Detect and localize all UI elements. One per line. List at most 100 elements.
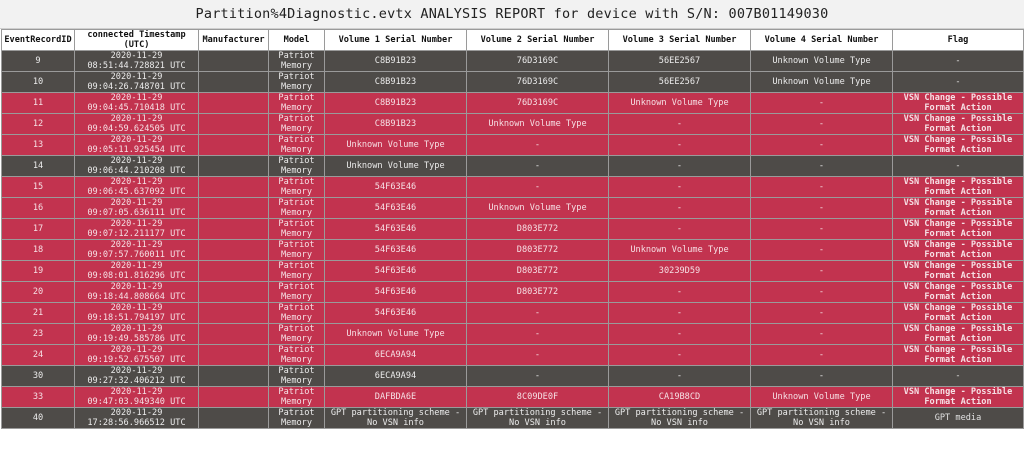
cell-eventrecordid: 17	[1, 218, 75, 240]
cell-eventrecordid-line: 11	[32, 98, 44, 108]
cell-volume3: -	[608, 302, 751, 324]
cell-timestamp-line: 09:04:45.710418 UTC	[87, 103, 186, 113]
cell-timestamp-line: 2020-11-29	[110, 72, 163, 83]
cell-flag-line: Format Action	[924, 355, 992, 365]
cell-volume1: 54F63E46	[324, 281, 467, 303]
cell-manufacturer	[198, 218, 269, 240]
cell-timestamp-line: 09:07:57.760011 UTC	[87, 250, 186, 260]
cell-timestamp-line: 09:08:01.816296 UTC	[87, 271, 186, 281]
cell-timestamp-line: 08:51:44.728821 UTC	[87, 61, 186, 71]
cell-model-line: Patriot	[278, 282, 315, 293]
cell-timestamp: 2020-11-29 08:51:44.728821 UTC	[74, 50, 199, 72]
cell-volume4: -	[750, 113, 893, 135]
cell-flag: VSN Change - Possible Format Action	[892, 281, 1024, 303]
table-header-row: EventRecordID connected Timestamp (UTC) …	[1, 29, 1024, 51]
cell-volume2: 76D3169C	[466, 92, 609, 114]
cell-flag-line: VSN Change - Possible	[903, 219, 1013, 230]
cell-timestamp-line: 2020-11-29	[110, 261, 163, 272]
cell-flag: VSN Change - Possible Format Action	[892, 92, 1024, 114]
table-body: 9 2020-11-29 08:51:44.728821 UTC Patriot Mem…	[1, 50, 1024, 429]
cell-flag-line: Format Action	[924, 250, 992, 260]
cell-eventrecordid-line: 21	[32, 308, 44, 318]
cell-manufacturer	[198, 323, 269, 345]
cell-timestamp: 2020-11-29 09:18:44.808664 UTC	[74, 281, 199, 303]
cell-flag-line: VSN Change - Possible	[903, 177, 1013, 188]
cell-timestamp-line: 2020-11-29	[110, 282, 163, 293]
cell-flag-line: VSN Change - Possible	[903, 345, 1013, 356]
cell-volume1: 54F63E46	[324, 260, 467, 282]
cell-model: Patriot Memory	[268, 260, 325, 282]
column-header-volume3: Volume 3 Serial Number	[608, 29, 751, 51]
table-row: 33 2020-11-29 09:47:03.949340 UTC Patriot Me…	[1, 386, 1024, 408]
cell-model-line: Patriot	[278, 387, 315, 398]
cell-manufacturer	[198, 239, 269, 261]
cell-timestamp-line: 09:19:52.675507 UTC	[87, 355, 186, 365]
cell-volume4: -	[750, 155, 893, 177]
cell-volume4: -	[750, 260, 893, 282]
cell-model: Patriot Memory	[268, 386, 325, 408]
cell-flag-line: Format Action	[924, 271, 992, 281]
cell-timestamp-line: 09:06:44.210208 UTC	[87, 166, 186, 176]
cell-volume4: -	[750, 218, 893, 240]
cell-timestamp-line: 2020-11-29	[110, 387, 163, 398]
cell-model-line: Memory	[280, 61, 313, 71]
cell-eventrecordid: 11	[1, 92, 75, 114]
cell-model-line: Patriot	[278, 72, 315, 83]
cell-flag-line: Format Action	[924, 313, 992, 323]
cell-model-line: Patriot	[278, 324, 315, 335]
cell-volume2: -	[466, 344, 609, 366]
column-header-timestamp: connected Timestamp (UTC)	[74, 29, 199, 51]
cell-flag-line: Format Action	[924, 208, 992, 218]
cell-flag: VSN Change - Possible Format Action	[892, 134, 1024, 156]
cell-manufacturer	[198, 92, 269, 114]
cell-timestamp-line: 09:07:12.211177 UTC	[87, 229, 186, 239]
cell-model-line: Patriot	[278, 366, 315, 377]
cell-eventrecordid: 21	[1, 302, 75, 324]
cell-timestamp-line: 2020-11-29	[110, 366, 163, 377]
cell-model-line: Patriot	[278, 177, 315, 188]
column-header-volume4: Volume 4 Serial Number	[750, 29, 893, 51]
cell-eventrecordid: 24	[1, 344, 75, 366]
cell-flag-line: VSN Change - Possible	[903, 324, 1013, 335]
cell-flag-line: -	[955, 56, 961, 66]
cell-volume3: Unknown Volume Type	[608, 92, 751, 114]
cell-flag-line: VSN Change - Possible	[903, 261, 1013, 272]
cell-model-line: Memory	[280, 229, 313, 239]
cell-timestamp-line: 09:04:26.748701 UTC	[87, 82, 186, 92]
cell-flag-line: Format Action	[924, 124, 992, 134]
cell-model-line: Patriot	[278, 408, 315, 419]
cell-timestamp-line: 2020-11-29	[110, 324, 163, 335]
cell-flag-line: VSN Change - Possible	[903, 387, 1013, 398]
cell-manufacturer	[198, 365, 269, 387]
cell-flag-line: Format Action	[924, 103, 992, 113]
cell-volume2: Unknown Volume Type	[466, 197, 609, 219]
cell-eventrecordid-line: 12	[32, 119, 44, 129]
cell-volume1: 54F63E46	[324, 197, 467, 219]
table-row: 18 2020-11-29 09:07:57.760011 UTC Patriot Me…	[1, 239, 1024, 261]
cell-volume4: -	[750, 197, 893, 219]
cell-volume3: 56EE2567	[608, 71, 751, 93]
cell-model: Patriot Memory	[268, 407, 325, 429]
cell-eventrecordid: 20	[1, 281, 75, 303]
cell-flag-line: VSN Change - Possible	[903, 240, 1013, 251]
cell-flag: VSN Change - Possible Format Action	[892, 344, 1024, 366]
cell-model-line: Memory	[280, 292, 313, 302]
cell-model-line: Patriot	[278, 303, 315, 314]
cell-volume4: Unknown Volume Type	[750, 386, 893, 408]
cell-eventrecordid: 19	[1, 260, 75, 282]
cell-flag: VSN Change - Possible Format Action	[892, 260, 1024, 282]
cell-volume4: -	[750, 302, 893, 324]
cell-flag-line: Format Action	[924, 334, 992, 344]
cell-timestamp: 2020-11-29 09:07:57.760011 UTC	[74, 239, 199, 261]
cell-timestamp: 2020-11-29 09:06:44.210208 UTC	[74, 155, 199, 177]
cell-model-line: Memory	[280, 166, 313, 176]
cell-model: Patriot Memory	[268, 302, 325, 324]
cell-volume3: -	[608, 134, 751, 156]
cell-eventrecordid: 30	[1, 365, 75, 387]
cell-eventrecordid-line: 33	[32, 392, 44, 402]
cell-volume3: -	[608, 155, 751, 177]
cell-manufacturer	[198, 176, 269, 198]
cell-timestamp-line: 2020-11-29	[110, 177, 163, 188]
cell-volume4: -	[750, 323, 893, 345]
cell-eventrecordid-line: 20	[32, 287, 44, 297]
